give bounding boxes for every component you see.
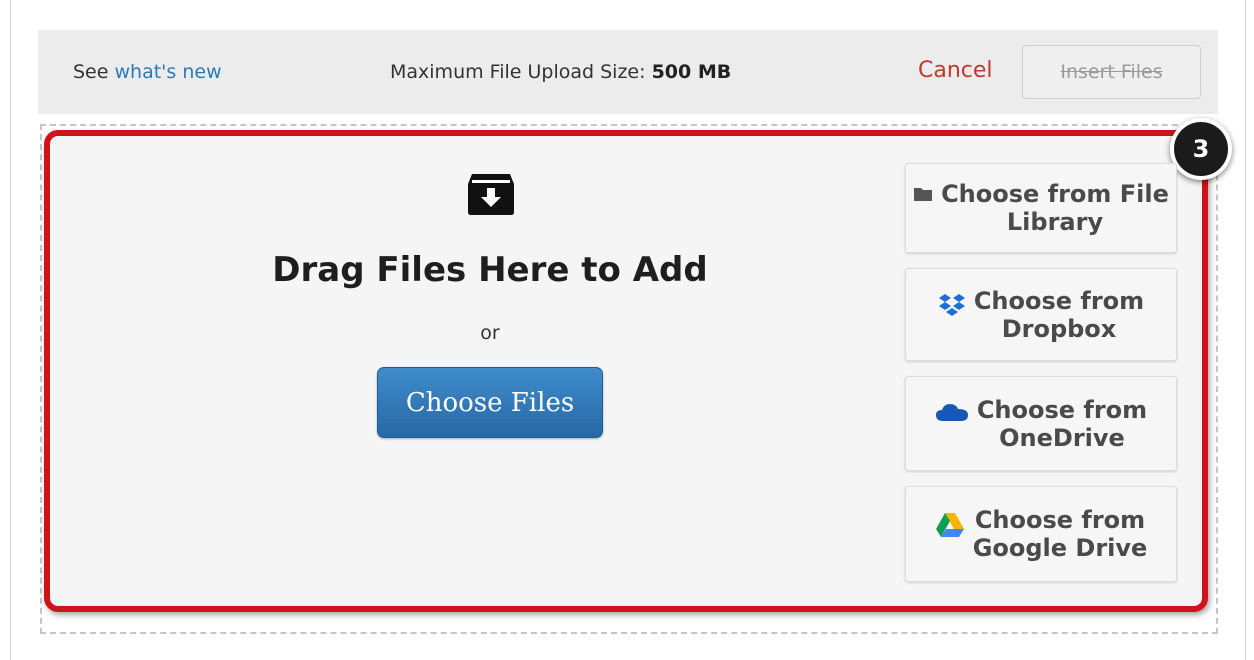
max-upload-size: Maximum File Upload Size: 500 MB [390,61,731,83]
or-separator: or [480,322,500,344]
drag-files-title: Drag Files Here to Add [272,250,708,290]
cancel-button[interactable]: Cancel [918,58,993,83]
source-label: Choose from Google Drive [972,506,1148,562]
max-size-label: Maximum File Upload Size: [390,61,646,83]
source-label: Choose from Dropbox [973,286,1145,343]
source-label: Choose from File Library [941,180,1169,236]
max-size-value: 500 MB [651,61,732,83]
choose-file-library-button[interactable]: Choose from File Library [905,163,1177,253]
whats-new-text: See what's new [73,61,222,83]
google-drive-icon [935,513,964,537]
whats-new-link[interactable]: what's new [115,61,222,83]
dropbox-icon [938,293,965,316]
choose-google-drive-button[interactable]: Choose from Google Drive [905,486,1177,582]
onedrive-icon [935,403,968,421]
choose-dropbox-button[interactable]: Choose from Dropbox [905,268,1177,361]
choose-onedrive-button[interactable]: Choose from OneDrive [905,376,1177,471]
see-prefix: See [73,61,109,83]
choose-files-button[interactable]: Choose Files [377,367,603,438]
upload-toolbar: See what's new Maximum File Upload Size:… [38,30,1218,114]
step-badge: 3 [1170,118,1232,180]
insert-files-button[interactable]: Insert Files [1022,45,1201,99]
source-label: Choose from OneDrive [976,395,1148,452]
folder-icon [914,188,933,201]
download-inbox-icon [468,174,514,215]
